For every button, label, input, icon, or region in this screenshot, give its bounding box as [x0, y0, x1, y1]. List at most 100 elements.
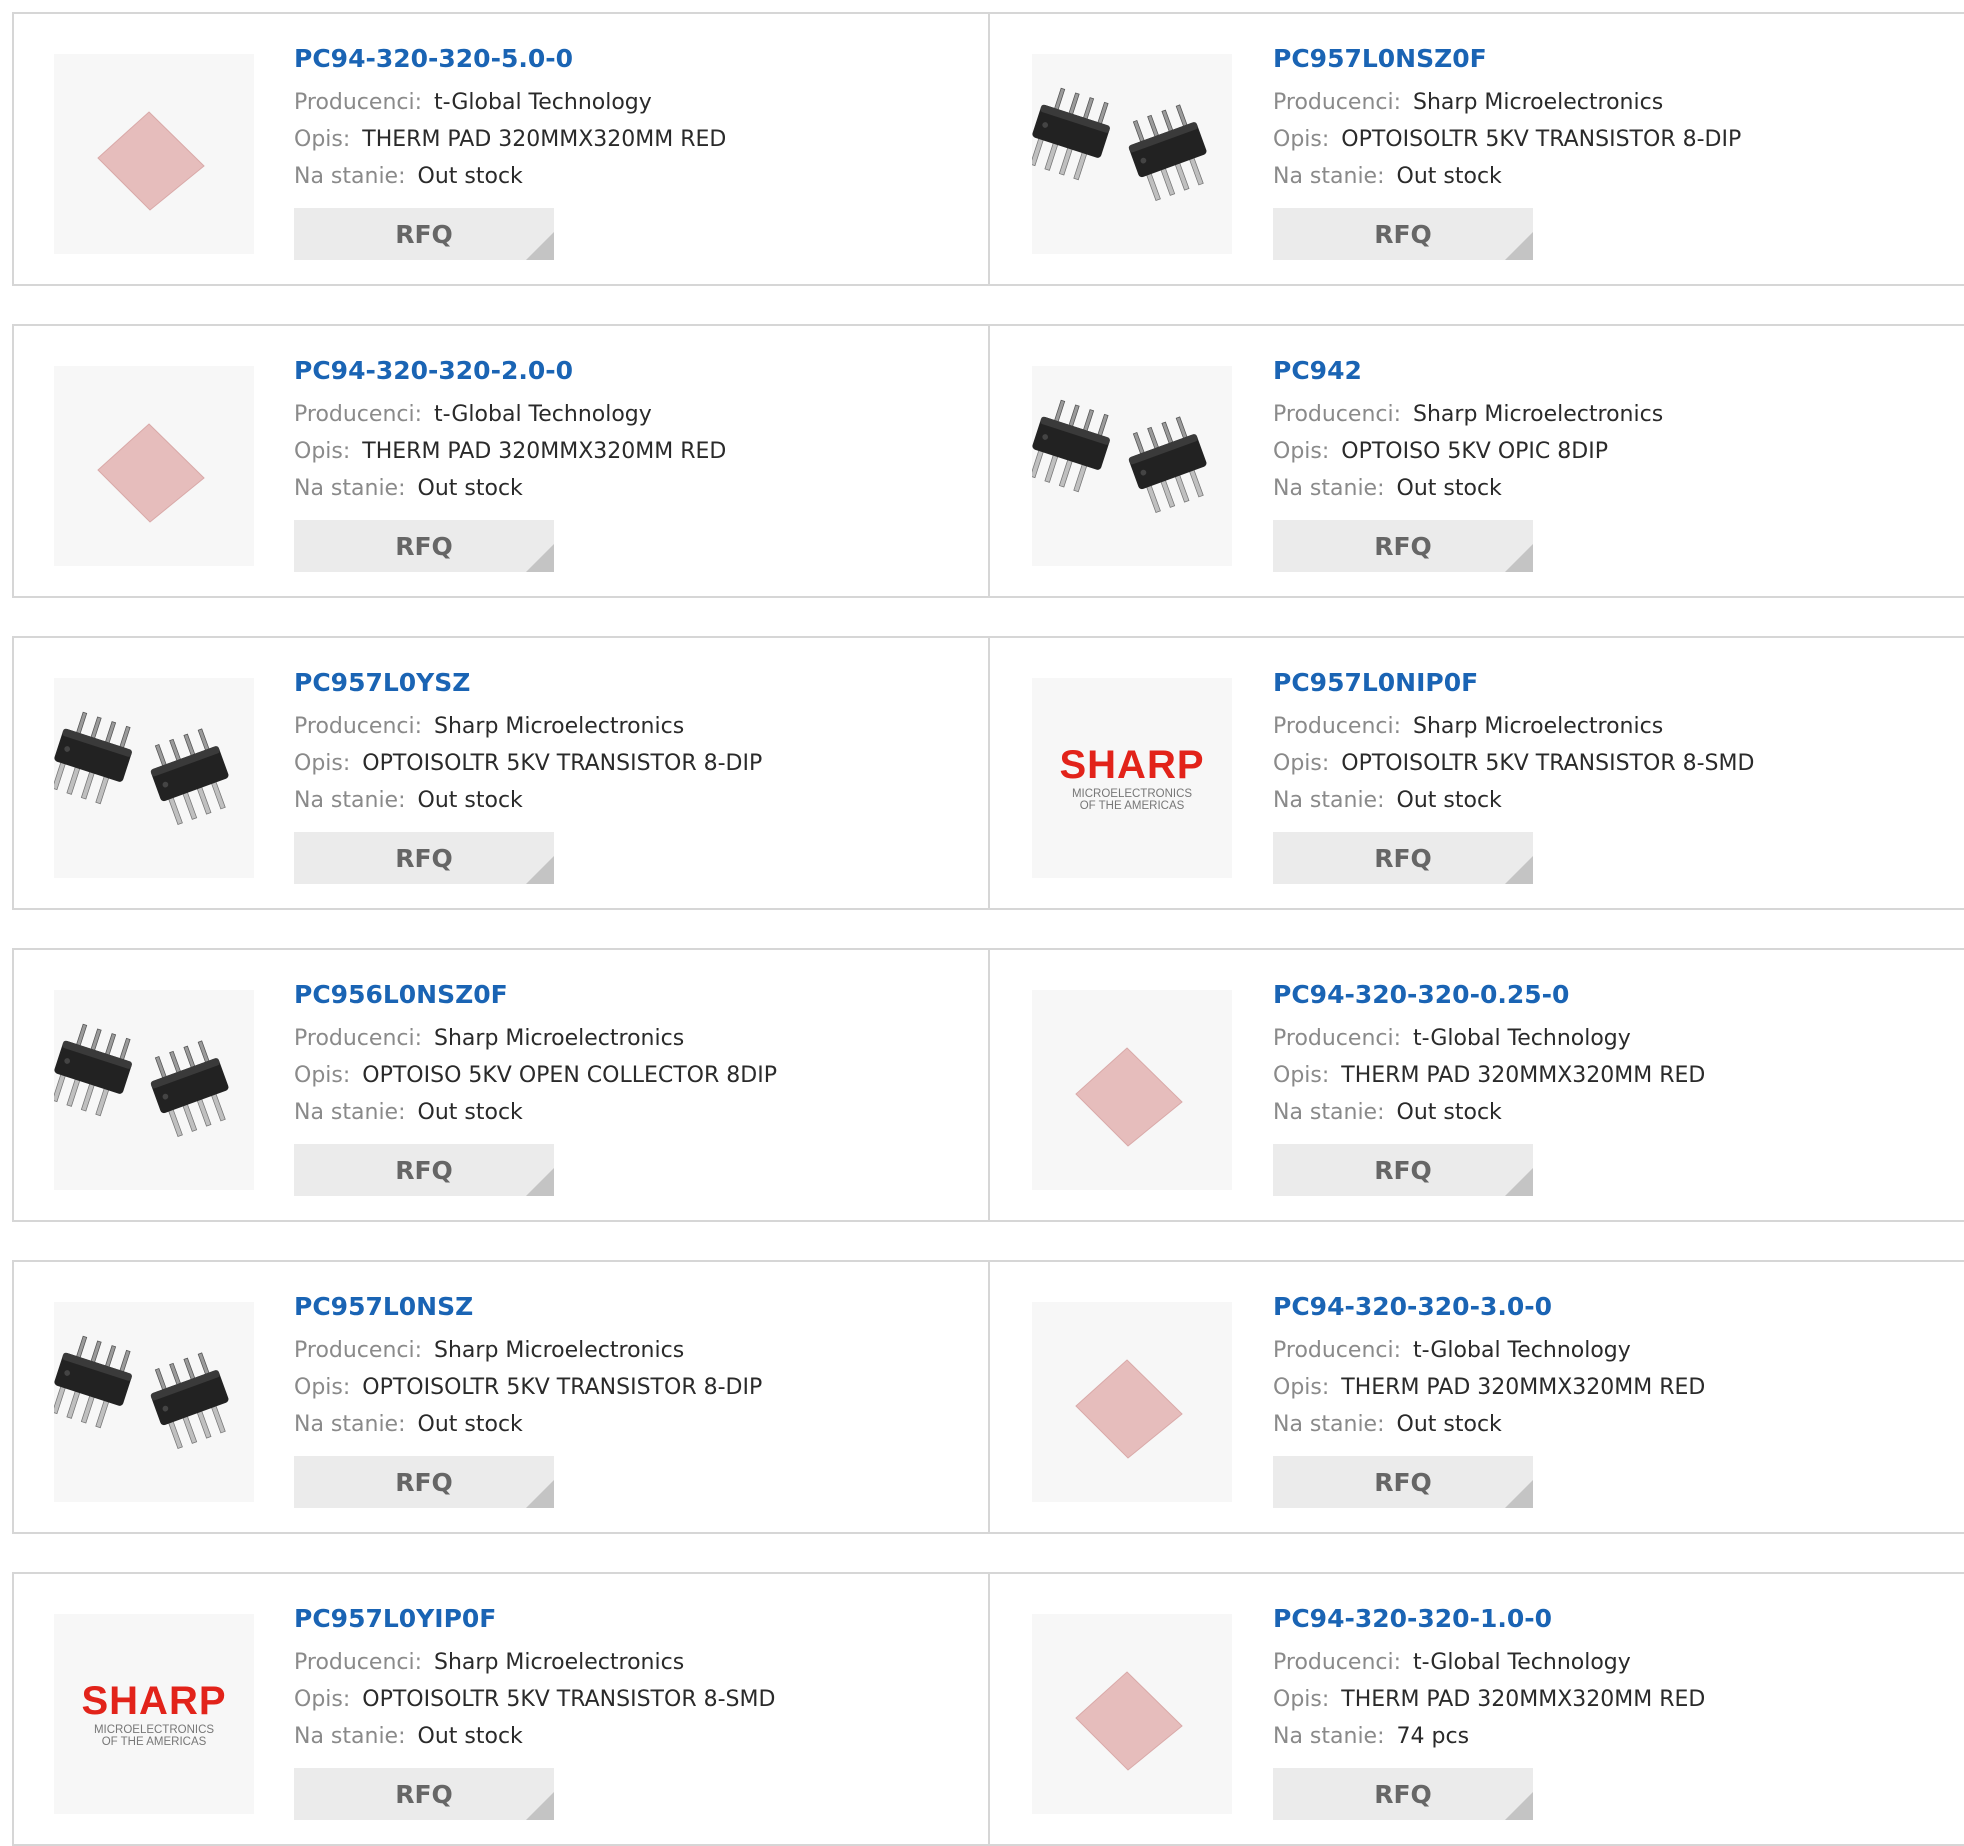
- description-label: Opis:: [294, 751, 351, 776]
- product-image[interactable]: SHARP MICROELECTRONICS OF THE AMERICAS: [54, 1614, 254, 1814]
- manufacturer-value: t-Global Technology: [1413, 1338, 1631, 1363]
- product-info: PC94-320-320-2.0-0 Producenci: t-Global T…: [294, 354, 968, 572]
- product-info: PC942 Producenci: Sharp Microelectronics …: [1273, 354, 1944, 572]
- part-number-link[interactable]: PC94-320-320-0.25-0: [1273, 978, 1944, 1012]
- rfq-button[interactable]: RFQ: [294, 832, 554, 884]
- manufacturer-row: Producenci: t-Global Technology: [1273, 1020, 1944, 1057]
- manufacturer-row: Producenci: Sharp Microelectronics: [294, 708, 968, 745]
- description-row: Opis: THERM PAD 320MMX320MM RED: [294, 433, 968, 470]
- part-number-link[interactable]: PC957L0YIP0F: [294, 1602, 968, 1636]
- description-value: THERM PAD 320MMX320MM RED: [362, 439, 727, 464]
- description-label: Opis:: [294, 1375, 351, 1400]
- product-image[interactable]: [54, 366, 254, 566]
- product-card: PC94-320-320-2.0-0 Producenci: t-Global T…: [12, 326, 990, 596]
- description-label: Opis:: [294, 1063, 351, 1088]
- rfq-label: RFQ: [1374, 1780, 1432, 1809]
- rfq-button[interactable]: RFQ: [294, 520, 554, 572]
- product-row: PC957L0NSZ Producenci: Sharp Microelectro…: [12, 1260, 1964, 1534]
- stock-row: Na stanie: Out stock: [294, 1094, 968, 1131]
- description-row: Opis: THERM PAD 320MMX320MM RED: [294, 121, 968, 158]
- stock-value: Out stock: [1396, 164, 1502, 189]
- corner-triangle-icon: [1505, 1168, 1533, 1196]
- product-image[interactable]: [1032, 366, 1232, 566]
- svg-text:MICROELECTRONICS: MICROELECTRONICS: [94, 1724, 214, 1736]
- rfq-button[interactable]: RFQ: [1273, 208, 1533, 260]
- stock-row: Na stanie: Out stock: [294, 782, 968, 819]
- part-number-link[interactable]: PC94-320-320-1.0-0: [1273, 1602, 1944, 1636]
- rfq-label: RFQ: [395, 844, 453, 873]
- product-card: PC957L0YSZ Producenci: Sharp Microelectro…: [12, 638, 990, 908]
- svg-text:MICROELECTRONICS: MICROELECTRONICS: [1072, 788, 1192, 800]
- product-row: PC94-320-320-2.0-0 Producenci: t-Global T…: [12, 324, 1964, 598]
- stock-label: Na stanie:: [1273, 164, 1385, 189]
- product-image[interactable]: [1032, 1302, 1232, 1502]
- description-row: Opis: THERM PAD 320MMX320MM RED: [1273, 1681, 1944, 1718]
- stock-row: Na stanie: Out stock: [1273, 1406, 1944, 1443]
- rfq-label: RFQ: [395, 532, 453, 561]
- rfq-button[interactable]: RFQ: [294, 1144, 554, 1196]
- manufacturer-row: Producenci: Sharp Microelectronics: [1273, 84, 1944, 121]
- manufacturer-label: Producenci:: [1273, 1026, 1402, 1051]
- product-image[interactable]: [1032, 54, 1232, 254]
- product-image[interactable]: [1032, 990, 1232, 1190]
- manufacturer-label: Producenci:: [294, 1026, 423, 1051]
- description-row: Opis: OPTOISOLTR 5KV TRANSISTOR 8-SMD: [294, 1681, 968, 1718]
- part-number-link[interactable]: PC94-320-320-3.0-0: [1273, 1290, 1944, 1324]
- rfq-button[interactable]: RFQ: [294, 208, 554, 260]
- manufacturer-label: Producenci:: [1273, 1650, 1402, 1675]
- dip-chip-icon: [54, 1335, 229, 1450]
- part-number-link[interactable]: PC94-320-320-5.0-0: [294, 42, 968, 76]
- product-image[interactable]: [54, 990, 254, 1190]
- description-value: OPTOISOLTR 5KV TRANSISTOR 8-SMD: [362, 1687, 776, 1712]
- part-number-link[interactable]: PC957L0YSZ: [294, 666, 968, 700]
- stock-label: Na stanie:: [294, 476, 406, 501]
- corner-triangle-icon: [526, 544, 554, 572]
- part-number-link[interactable]: PC942: [1273, 354, 1944, 388]
- part-number-link[interactable]: PC957L0NIP0F: [1273, 666, 1944, 700]
- part-number-link[interactable]: PC957L0NSZ: [294, 1290, 968, 1324]
- manufacturer-row: Producenci: t-Global Technology: [294, 84, 968, 121]
- description-row: Opis: THERM PAD 320MMX320MM RED: [1273, 1057, 1944, 1094]
- description-value: OPTOISOLTR 5KV TRANSISTOR 8-SMD: [1341, 751, 1755, 776]
- rfq-button[interactable]: RFQ: [1273, 1456, 1533, 1508]
- rfq-label: RFQ: [1374, 220, 1432, 249]
- manufacturer-row: Producenci: Sharp Microelectronics: [1273, 396, 1944, 433]
- product-image[interactable]: [54, 1302, 254, 1502]
- manufacturer-value: t-Global Technology: [1413, 1026, 1631, 1051]
- stock-row: Na stanie: Out stock: [1273, 158, 1944, 195]
- corner-triangle-icon: [526, 1480, 554, 1508]
- product-image[interactable]: [1032, 1614, 1232, 1814]
- rfq-button[interactable]: RFQ: [1273, 520, 1533, 572]
- product-image[interactable]: SHARP MICROELECTRONICS OF THE AMERICAS: [1032, 678, 1232, 878]
- corner-triangle-icon: [1505, 1792, 1533, 1820]
- rfq-button[interactable]: RFQ: [294, 1768, 554, 1820]
- description-value: THERM PAD 320MMX320MM RED: [1341, 1687, 1706, 1712]
- manufacturer-value: Sharp Microelectronics: [434, 1650, 685, 1675]
- stock-value: Out stock: [1396, 1100, 1502, 1125]
- manufacturer-row: Producenci: t-Global Technology: [1273, 1332, 1944, 1369]
- rfq-button[interactable]: RFQ: [1273, 832, 1533, 884]
- part-number-link[interactable]: PC957L0NSZ0F: [1273, 42, 1944, 76]
- stock-value: Out stock: [1396, 476, 1502, 501]
- rfq-button[interactable]: RFQ: [1273, 1768, 1533, 1820]
- product-row: SHARP MICROELECTRONICS OF THE AMERICAS PC9…: [12, 1572, 1964, 1846]
- part-number-link[interactable]: PC94-320-320-2.0-0: [294, 354, 968, 388]
- stock-label: Na stanie:: [1273, 1412, 1385, 1437]
- product-card: PC94-320-320-0.25-0 Producenci: t-Global …: [990, 950, 1964, 1220]
- sharp-logo-icon: SHARPMICROELECTRONICSOF THE AMERICAS: [81, 1679, 225, 1748]
- product-info: PC957L0NSZ Producenci: Sharp Microelectro…: [294, 1290, 968, 1508]
- manufacturer-label: Producenci:: [294, 1650, 423, 1675]
- corner-triangle-icon: [1505, 232, 1533, 260]
- product-image[interactable]: [54, 54, 254, 254]
- product-card: PC957L0NSZ Producenci: Sharp Microelectro…: [12, 1262, 990, 1532]
- rfq-button[interactable]: RFQ: [1273, 1144, 1533, 1196]
- product-info: PC957L0NIP0F Producenci: Sharp Microelect…: [1273, 666, 1944, 884]
- part-number-link[interactable]: PC956L0NSZ0F: [294, 978, 968, 1012]
- product-image[interactable]: [54, 678, 254, 878]
- stock-value: Out stock: [417, 1724, 523, 1749]
- product-info: PC957L0NSZ0F Producenci: Sharp Microelect…: [1273, 42, 1944, 260]
- stock-value: Out stock: [417, 788, 523, 813]
- rfq-label: RFQ: [395, 220, 453, 249]
- product-info: PC94-320-320-0.25-0 Producenci: t-Global …: [1273, 978, 1944, 1196]
- rfq-button[interactable]: RFQ: [294, 1456, 554, 1508]
